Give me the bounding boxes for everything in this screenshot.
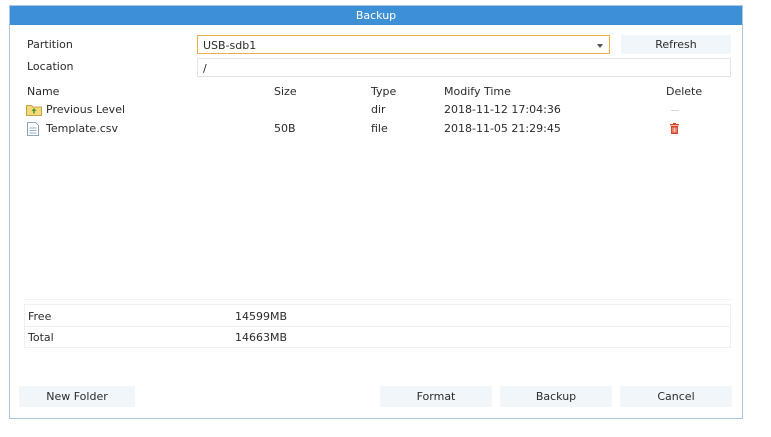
file-name: Template.csv bbox=[46, 122, 118, 135]
new-folder-button[interactable]: New Folder bbox=[19, 386, 135, 407]
trash-icon[interactable] bbox=[670, 123, 679, 134]
format-button[interactable]: Format bbox=[380, 386, 492, 407]
file-name: Previous Level bbox=[46, 103, 126, 116]
folder-up-icon bbox=[26, 105, 42, 116]
delete-disabled bbox=[671, 110, 679, 111]
partition-label: Partition bbox=[27, 38, 73, 51]
header-type: Type bbox=[371, 85, 397, 98]
partition-value: USB-sdb1 bbox=[203, 39, 257, 52]
file-list: Name Size Type Modify Time Delete Previo… bbox=[24, 84, 731, 296]
cancel-button[interactable]: Cancel bbox=[620, 386, 732, 407]
header-delete: Delete bbox=[666, 85, 703, 98]
backup-button[interactable]: Backup bbox=[500, 386, 612, 407]
backup-dialog: Backup Partition USB-sdb1 Refresh Locati… bbox=[9, 5, 743, 419]
storage-info: Free 14599MB Total 14663MB bbox=[24, 304, 731, 348]
refresh-button[interactable]: Refresh bbox=[621, 35, 731, 54]
file-icon bbox=[27, 122, 39, 136]
file-modify-time: 2018-11-05 21:29:45 bbox=[444, 122, 561, 135]
file-row[interactable]: Template.csv 50B file 2018-11-05 21:29:4… bbox=[24, 121, 731, 139]
list-divider bbox=[24, 299, 731, 300]
location-label: Location bbox=[27, 60, 74, 73]
chevron-down-icon bbox=[597, 44, 603, 48]
file-list-header: Name Size Type Modify Time Delete bbox=[24, 84, 731, 100]
free-value: 14599MB bbox=[235, 310, 288, 323]
file-modify-time: 2018-11-12 17:04:36 bbox=[444, 103, 561, 116]
dialog-title: Backup bbox=[10, 6, 742, 25]
file-size: 50B bbox=[274, 122, 296, 135]
partition-select[interactable]: USB-sdb1 bbox=[197, 35, 610, 54]
total-value: 14663MB bbox=[235, 331, 288, 344]
location-value: / bbox=[203, 62, 207, 75]
file-type: file bbox=[371, 122, 388, 135]
header-size: Size bbox=[274, 85, 297, 98]
total-label: Total bbox=[28, 331, 54, 344]
file-row[interactable]: Previous Level dir 2018-11-12 17:04:36 bbox=[24, 102, 731, 120]
free-label: Free bbox=[28, 310, 52, 323]
location-field[interactable]: / bbox=[197, 58, 731, 77]
storage-divider bbox=[25, 326, 730, 327]
header-modify-time: Modify Time bbox=[444, 85, 511, 98]
file-type: dir bbox=[371, 103, 386, 116]
header-name: Name bbox=[27, 85, 60, 98]
